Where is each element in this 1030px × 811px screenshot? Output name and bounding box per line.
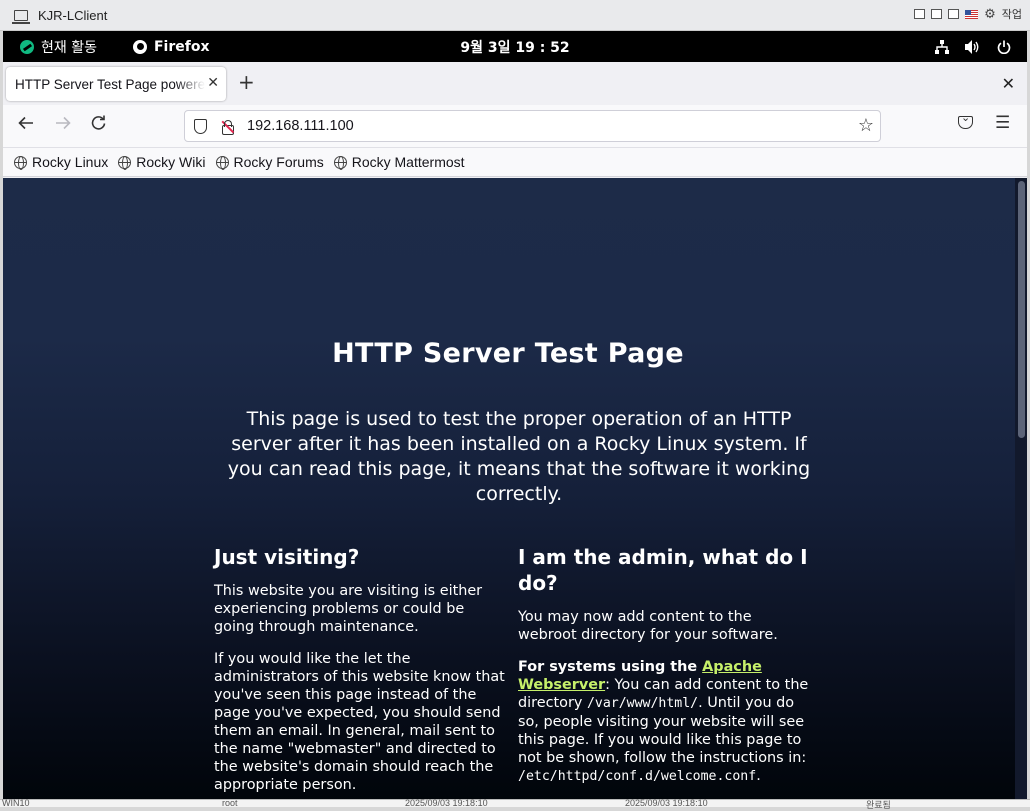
arrow-right-icon <box>56 116 71 130</box>
hamburger-menu-icon[interactable]: ☰ <box>995 113 1010 133</box>
host-cell: 완료됨 <box>866 800 891 810</box>
reload-button[interactable] <box>91 115 106 135</box>
bookmark-star-icon[interactable]: ☆ <box>858 115 874 136</box>
network-icon <box>935 39 949 54</box>
bookmarks-toolbar: Rocky Linux Rocky Wiki Rocky Forums Rock… <box>3 148 1027 177</box>
power-icon <box>997 40 1011 54</box>
bookmark-label: Rocky Forums <box>233 154 324 170</box>
vm-titlebar: KJR-LClient ⚙ 작업 <box>0 0 1030 31</box>
app-menu[interactable]: Firefox <box>132 38 210 55</box>
globe-icon <box>118 155 132 170</box>
admin-section: I am the admin, what do I do? You may no… <box>518 544 814 800</box>
bookmark-label: Rocky Wiki <box>136 154 206 170</box>
globe-icon <box>14 155 27 170</box>
admin-paragraph-2: For systems using the Apache Webserver: … <box>518 658 814 786</box>
gnome-top-bar: 현재 활동 Firefox 9월 3일 19 : 52 <box>3 31 1027 62</box>
tab-strip: HTTP Server Test Page powered by Rocky L… <box>3 62 1027 105</box>
page-viewport[interactable]: HTTP Server Test Page This page is used … <box>3 178 1027 807</box>
vm-controls: ⚙ 작업 <box>914 6 1022 22</box>
volume-icon <box>965 39 979 54</box>
vm-settings-gear-icon[interactable]: ⚙ <box>984 7 996 22</box>
pocket-icon[interactable] <box>958 111 973 129</box>
vm-fit-window-icon[interactable] <box>914 9 926 19</box>
url-text[interactable]: 192.168.111.100 <box>247 118 354 134</box>
bookmark-rocky-mattermost[interactable]: Rocky Mattermost <box>333 154 465 170</box>
tab-title: HTTP Server Test Page powered by Rocky L… <box>15 76 205 92</box>
vm-restore-icon[interactable] <box>931 9 943 19</box>
globe-icon <box>215 155 229 170</box>
page-title: HTTP Server Test Page <box>3 338 1013 369</box>
welcome-conf-path: /etc/httpd/conf.d/welcome.conf <box>518 769 757 784</box>
keyboard-layout-flag-icon[interactable] <box>965 9 979 19</box>
tab-active[interactable]: HTTP Server Test Page powered by Rocky L… <box>6 67 226 101</box>
activities-button[interactable]: 현재 활동 <box>20 37 97 57</box>
nav-bar: 192.168.111.100 ☆ ☰ <box>3 105 1027 148</box>
bookmark-rocky-forums[interactable]: Rocky Forums <box>215 154 324 170</box>
bookmark-label: Rocky Linux <box>32 154 109 170</box>
vm-fullscreen-icon[interactable] <box>948 9 960 19</box>
admin-heading: I am the admin, what do I do? <box>518 545 808 595</box>
vm-work-menu[interactable]: 작업 <box>1002 6 1022 22</box>
page-scrollbar[interactable] <box>1015 178 1027 807</box>
tracking-protection-shield-icon[interactable] <box>194 118 207 134</box>
intro-paragraph: This page is used to test the proper ope… <box>227 408 811 505</box>
visiting-paragraph-2: If you would like the let the administra… <box>214 651 505 793</box>
new-tab-button[interactable]: + <box>238 72 255 92</box>
system-tray[interactable] <box>935 39 1011 54</box>
bookmark-label: Rocky Mattermost <box>351 154 465 170</box>
window-close-button[interactable]: ✕ <box>1002 74 1015 93</box>
webroot-path: /var/www/html/ <box>586 696 699 711</box>
admin-paragraph-1: You may now add content to the webroot d… <box>518 609 778 643</box>
visiting-heading: Just visiting? <box>214 545 360 569</box>
bookmark-rocky-wiki[interactable]: Rocky Wiki <box>118 154 206 170</box>
page-title-part2: Test Page <box>534 338 684 369</box>
admin-text-c: . <box>756 768 761 784</box>
back-button[interactable] <box>18 115 34 135</box>
clock[interactable]: 9월 3일 19 : 52 <box>460 40 569 56</box>
insecure-lock-icon[interactable] <box>221 119 235 135</box>
visiting-section: Just visiting? This website you are visi… <box>214 544 506 807</box>
app-menu-label: Firefox <box>153 38 210 55</box>
monitor-icon <box>12 9 30 24</box>
scrollbar-thumb[interactable] <box>1018 181 1025 438</box>
bookmark-rocky-linux[interactable]: Rocky Linux <box>14 154 108 170</box>
globe-icon <box>333 155 347 170</box>
vm-title: KJR-LClient <box>38 7 108 23</box>
forward-button[interactable] <box>55 115 71 135</box>
reload-icon <box>91 115 106 130</box>
tab-close-icon[interactable]: ✕ <box>207 75 219 91</box>
firefox-window: HTTP Server Test Page powered by Rocky L… <box>3 62 1027 807</box>
host-window-strip: WIN10 root 2025/09/03 19:18:10 2025/09/0… <box>0 798 1030 810</box>
activities-label: 현재 활동 <box>41 39 97 56</box>
url-bar[interactable]: 192.168.111.100 ☆ <box>184 110 881 142</box>
visiting-paragraph-1: This website you are visiting is either … <box>214 583 483 635</box>
admin-lead-text: For systems using the <box>518 659 703 675</box>
page-title-part1: HTTP Server <box>332 338 525 369</box>
firefox-icon <box>132 39 147 54</box>
arrow-left-icon <box>18 116 33 130</box>
rocky-logo-icon <box>20 39 34 54</box>
